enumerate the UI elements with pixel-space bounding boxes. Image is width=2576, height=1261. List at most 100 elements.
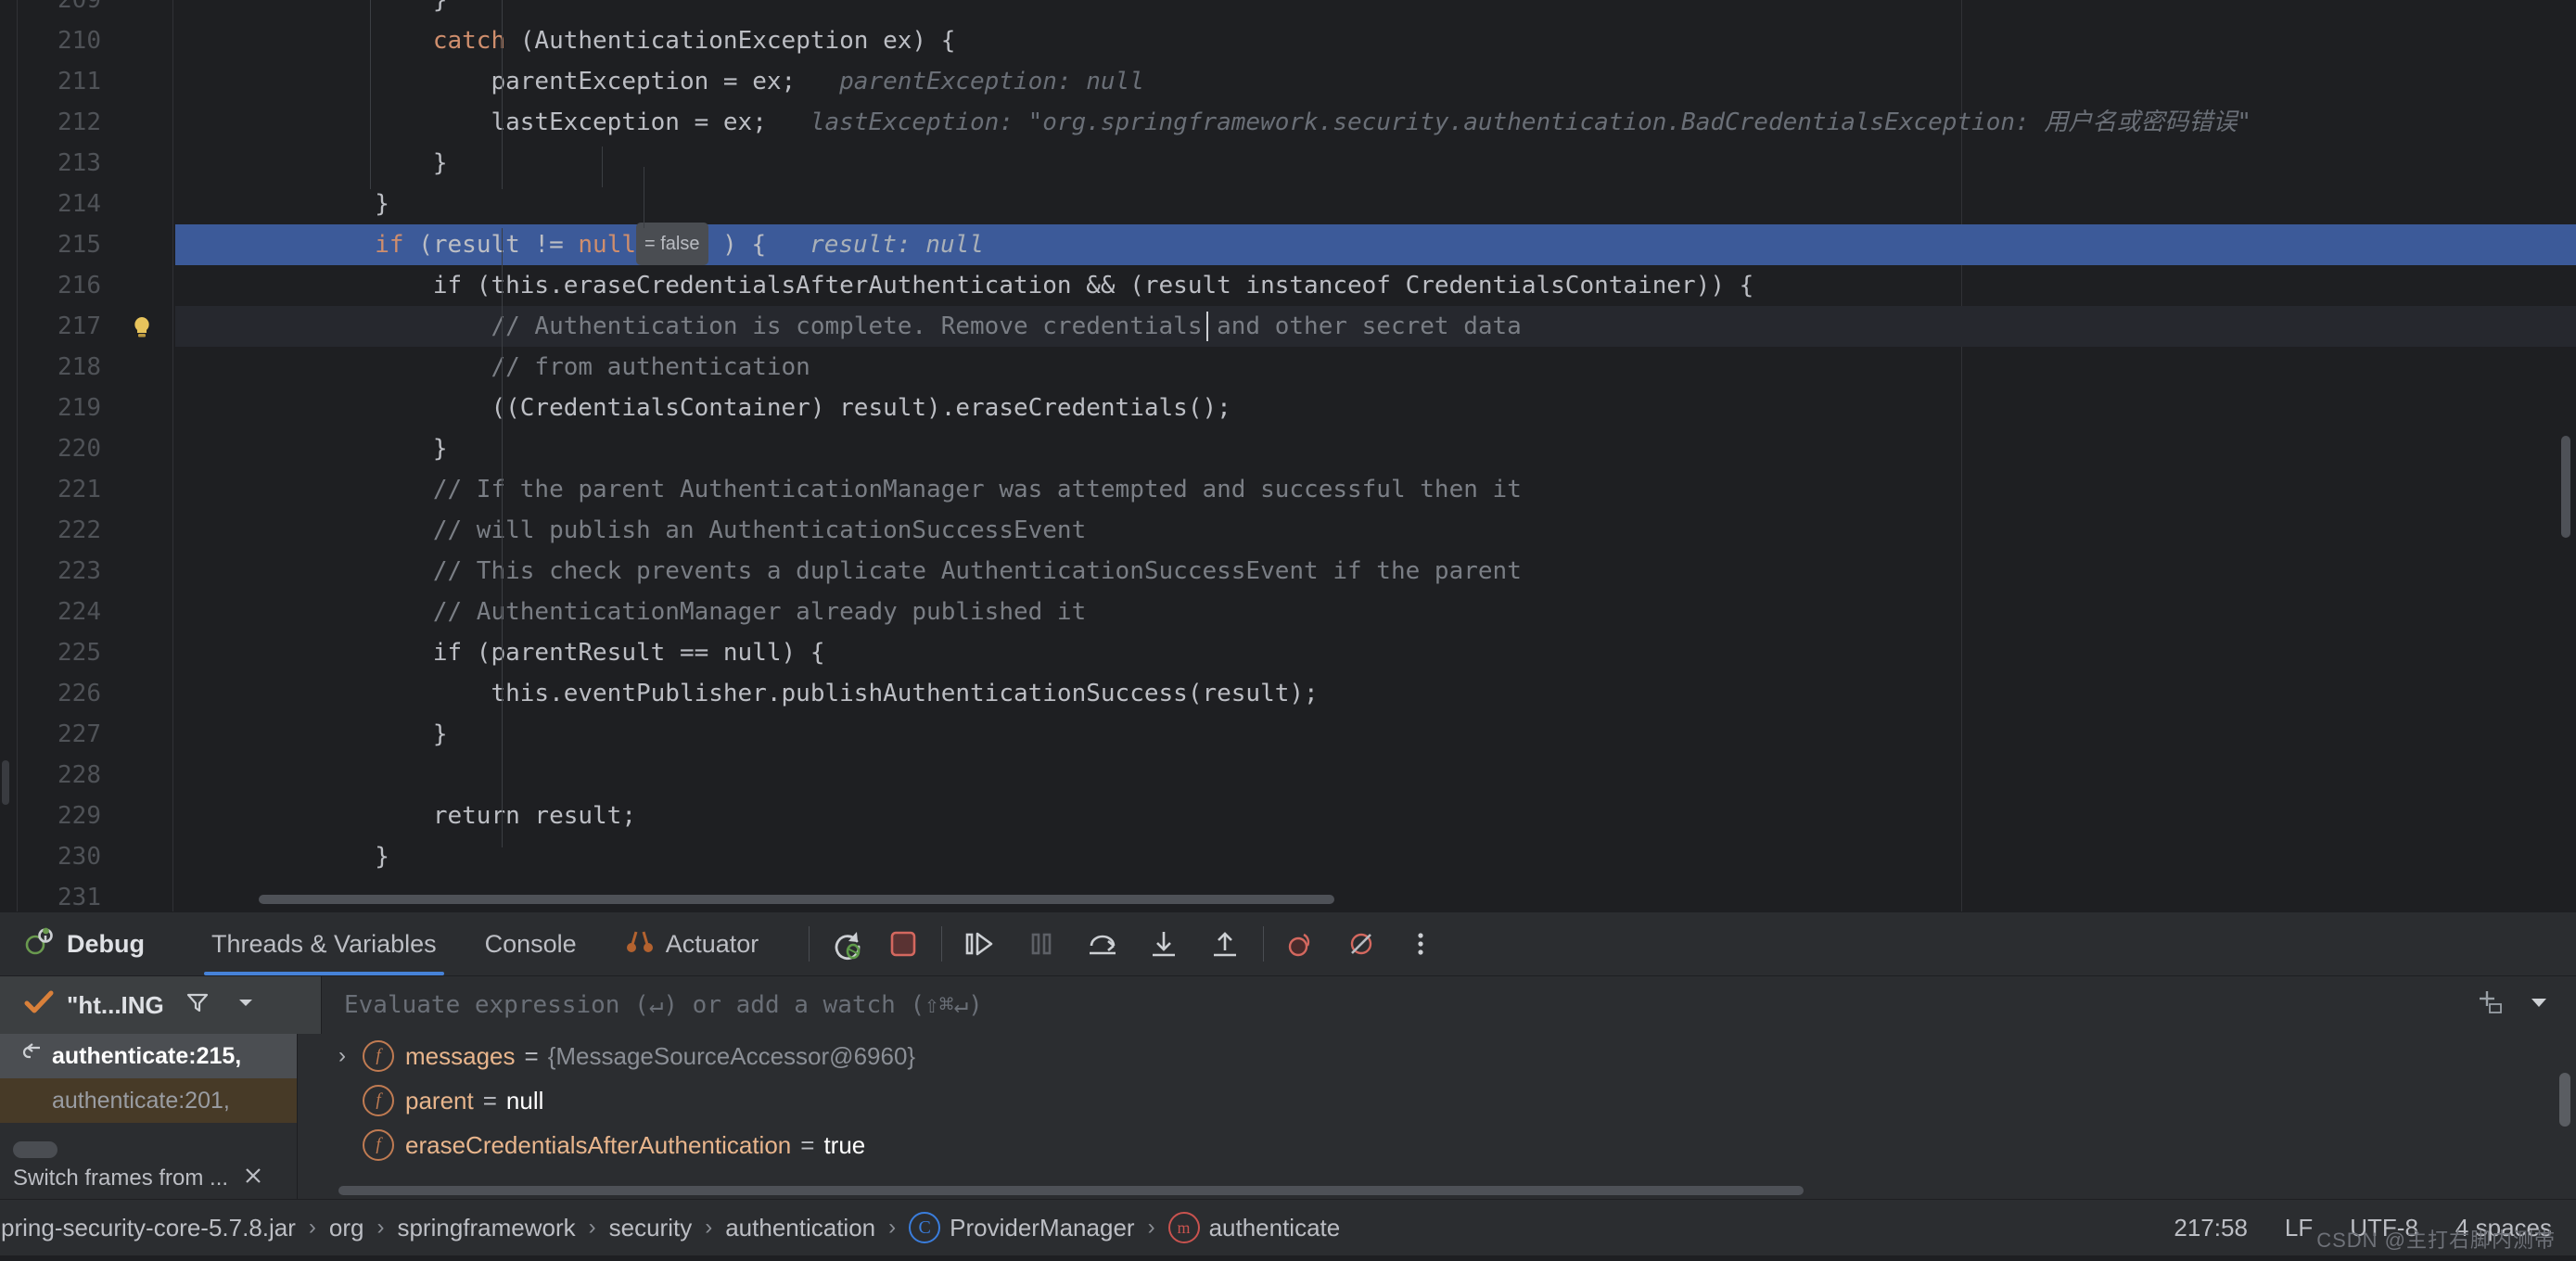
add-watch-icon[interactable] (2474, 988, 2506, 1023)
editor-code-area[interactable]: } catch (AuthenticationException ex) { p… (175, 0, 2576, 911)
code-line[interactable]: ((CredentialsContainer) result).eraseCre… (175, 388, 2576, 428)
breadcrumb-item[interactable]: springframework (388, 1214, 584, 1242)
line-number: 216 (57, 272, 101, 299)
tab-console-label: Console (484, 929, 577, 958)
code-token: this.eventPublisher.publishAuthenticatio… (259, 680, 1319, 707)
code-line[interactable]: // If the parent AuthenticationManager w… (175, 469, 2576, 510)
editor-gutter[interactable]: 209 210 211 212 213 214 215 216 217 218 219 220 221 2… (18, 0, 236, 911)
filter-icon[interactable] (185, 989, 210, 1022)
code-line[interactable]: return result; (175, 796, 2576, 836)
step-out-icon[interactable] (1204, 923, 1246, 965)
debug-body: Switch frames from ... authenticate:215,… (0, 1034, 2576, 1199)
frame-item[interactable]: authenticate:201, (0, 1078, 297, 1123)
actuator-icon (625, 927, 655, 962)
variable-equals: = (800, 1130, 815, 1159)
line-number: 229 (57, 802, 101, 830)
variable-equals: = (482, 1086, 497, 1115)
code-line[interactable]: } (175, 836, 2576, 877)
code-line[interactable]: // AuthenticationManager already publish… (175, 592, 2576, 632)
code-line[interactable]: } (175, 184, 2576, 224)
code-line[interactable] (175, 877, 2576, 911)
resume-program-icon[interactable] (959, 923, 1001, 965)
tab-threads-and-variables[interactable]: Threads & Variables (187, 912, 461, 975)
code-line[interactable]: // from authentication (175, 347, 2576, 388)
step-over-icon[interactable] (1081, 923, 1124, 965)
thread-selector[interactable]: "ht...ING (0, 976, 322, 1034)
line-separator[interactable]: LF (2285, 1214, 2313, 1242)
line-number: 220 (57, 435, 101, 463)
indent-guide (370, 0, 371, 189)
switch-frames-bar[interactable]: Switch frames from ... (13, 1158, 263, 1199)
breadcrumb-label: authentication (725, 1213, 876, 1242)
frame-item[interactable]: authenticate:215, (0, 1034, 297, 1078)
line-number: 211 (57, 68, 101, 96)
more-options-icon[interactable] (1399, 923, 1442, 965)
rerun-debug-icon[interactable] (826, 923, 869, 965)
code-line[interactable]: } (175, 428, 2576, 469)
variable-value: true (823, 1130, 866, 1159)
variables-horizontal-scrollbar[interactable] (338, 1186, 1804, 1195)
breadcrumb-label: springframework (397, 1213, 576, 1242)
frames-pane[interactable]: Switch frames from ... authenticate:215,… (0, 1034, 298, 1199)
breadcrumb-separator: › (1147, 1215, 1155, 1240)
code-token: catch (432, 27, 506, 55)
code-line[interactable]: } (175, 143, 2576, 184)
close-icon[interactable] (243, 1165, 263, 1192)
code-line[interactable]: lastException = ex; lastException: "org.… (175, 102, 2576, 143)
indent-guide (602, 146, 603, 187)
variable-row[interactable]: f parent = null (298, 1078, 2576, 1123)
variable-row[interactable]: › f messages = {MessageSourceAccessor@6960} (298, 1034, 2576, 1078)
code-line[interactable]: } (175, 714, 2576, 755)
breadcrumb[interactable]: spring-security-core-5.7.8.jar › org › sprin… (0, 1212, 1349, 1243)
step-into-icon[interactable] (1142, 923, 1185, 965)
code-line[interactable]: if (parentResult == null) { (175, 632, 2576, 673)
code-line[interactable]: catch (AuthenticationException ex) { (175, 20, 2576, 61)
chevron-right-icon[interactable]: › (338, 1043, 363, 1069)
code-line[interactable]: parentException = ex; parentException: n… (175, 61, 2576, 102)
code-line[interactable]: if (this.eraseCredentialsAfterAuthentica… (175, 265, 2576, 306)
code-token: ((CredentialsContainer) result).eraseCre… (259, 394, 1231, 422)
debug-title-label: Debug (67, 929, 145, 958)
code-line[interactable]: // Authentication is complete. Remove cr… (175, 306, 2576, 347)
method-icon: m (1167, 1212, 1200, 1243)
indent-guide (502, 0, 503, 189)
code-line[interactable]: } (175, 0, 2576, 20)
line-number: 209 (57, 0, 101, 14)
code-editor[interactable]: 209 210 211 212 213 214 215 216 217 218 219 220 221 2… (0, 0, 2576, 911)
breadcrumb-item[interactable]: authentication (716, 1214, 885, 1242)
variables-pane[interactable]: › f messages = {MessageSourceAccessor@6960} f… (298, 1034, 2576, 1199)
pause-program-icon[interactable] (1020, 923, 1063, 965)
chevron-down-icon[interactable] (235, 991, 257, 1020)
code-line[interactable]: // This check prevents a duplicate Authe… (175, 551, 2576, 592)
caret-position[interactable]: 217:58 (2174, 1214, 2248, 1242)
code-token: // will publish an AuthenticationSuccess… (432, 516, 1087, 544)
mute-breakpoints-icon[interactable] (1340, 923, 1383, 965)
breadcrumb-item[interactable]: C ProviderManager (899, 1212, 1143, 1243)
evaluate-expression-input[interactable]: Evaluate expression (↵) or add a watch (… (322, 976, 2576, 1034)
stop-icon[interactable] (882, 923, 925, 965)
code-line-current[interactable]: if (result != null = false ) { result: nu… (175, 223, 2576, 265)
code-line[interactable] (175, 755, 2576, 796)
code-line[interactable]: // will publish an AuthenticationSuccess… (175, 510, 2576, 551)
field-icon: f (363, 1085, 394, 1116)
tab-actuator[interactable]: Actuator (601, 912, 784, 975)
line-number: 213 (57, 149, 101, 177)
variable-row[interactable]: f eraseCredentialsAfterAuthentication = tru… (298, 1123, 2576, 1167)
inline-value-badge[interactable]: = false (636, 223, 708, 265)
code-token: if (this.eraseCredentialsAfterAuthentica… (259, 272, 1754, 299)
code-line[interactable]: this.eventPublisher.publishAuthenticatio… (175, 673, 2576, 714)
tab-console[interactable]: Console (461, 912, 601, 975)
breadcrumb-item[interactable]: security (600, 1214, 702, 1242)
breadcrumb-item[interactable]: m authenticate (1159, 1212, 1350, 1243)
editor-strip-nub (2, 760, 9, 805)
breadcrumb-item[interactable]: spring-security-core-5.7.8.jar (0, 1214, 305, 1242)
evaluate-expand-icon[interactable] (2526, 990, 2552, 1021)
breadcrumb-item[interactable]: org (320, 1214, 374, 1242)
line-number: 212 (57, 108, 101, 136)
code-token: result: null (766, 231, 984, 259)
intention-bulb-icon[interactable] (129, 314, 153, 338)
view-breakpoints-icon[interactable] (1281, 923, 1323, 965)
frames-resize-nub[interactable] (13, 1141, 57, 1158)
code-token: } (259, 843, 389, 871)
